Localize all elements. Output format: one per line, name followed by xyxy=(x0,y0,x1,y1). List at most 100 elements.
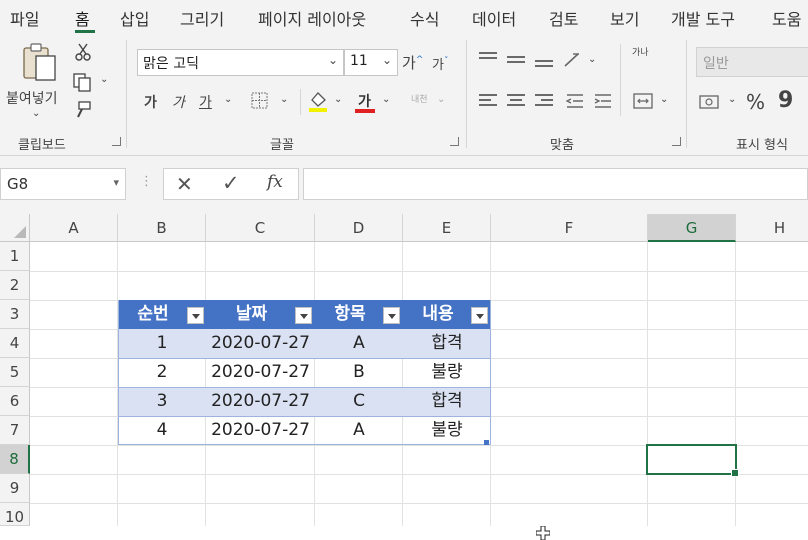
tab-formulas[interactable]: 수식 xyxy=(410,6,439,30)
table-cell[interactable]: 1 xyxy=(118,329,206,358)
tab-developer[interactable]: 개발 도구 xyxy=(671,6,735,30)
number-format-select[interactable]: 일반 xyxy=(696,47,808,77)
filter-dropdown-icon[interactable] xyxy=(383,307,400,324)
table-cell[interactable]: A xyxy=(315,416,403,445)
filter-dropdown-icon[interactable] xyxy=(295,307,312,324)
table-cell[interactable]: 합격 xyxy=(403,329,491,358)
tab-page-layout[interactable]: 페이지 레이아웃 xyxy=(258,6,366,30)
bold-button[interactable]: 가 xyxy=(144,92,157,112)
row-header-8[interactable]: 8 xyxy=(0,445,30,474)
orientation-icon[interactable] xyxy=(562,50,584,70)
font-color-dropdown-icon[interactable]: ⌄ xyxy=(382,94,390,105)
table-cell[interactable]: 3 xyxy=(118,387,206,416)
decrease-indent-icon[interactable] xyxy=(565,92,585,110)
align-middle-icon[interactable] xyxy=(507,56,525,66)
column-header-f[interactable]: F xyxy=(491,214,648,242)
active-cell-selection[interactable] xyxy=(646,444,739,477)
font-size-select[interactable]: 11 ⌄ xyxy=(344,49,398,76)
table-cell[interactable]: 2020-07-27 xyxy=(206,387,315,416)
table-resize-handle[interactable] xyxy=(484,440,489,445)
copy-dropdown-icon[interactable]: ⌄ xyxy=(100,74,108,85)
align-top-icon[interactable] xyxy=(479,52,497,67)
font-launcher-icon[interactable] xyxy=(450,137,459,146)
column-header-h[interactable]: H xyxy=(736,214,808,242)
underline-button[interactable]: 가 xyxy=(199,92,212,112)
accounting-format-icon[interactable] xyxy=(698,93,722,111)
merge-center-icon[interactable] xyxy=(632,92,654,110)
table-cell[interactable]: A xyxy=(315,329,403,358)
percent-style-button[interactable]: % xyxy=(746,90,765,114)
column-header-a[interactable]: A xyxy=(30,214,118,242)
italic-button[interactable]: 가 xyxy=(172,92,185,112)
paste-button[interactable]: 붙여넣기 ⌄ xyxy=(6,42,60,119)
align-right-icon[interactable] xyxy=(535,94,553,109)
copy-icon[interactable] xyxy=(72,72,94,92)
table-cell[interactable]: 4 xyxy=(118,416,206,445)
table-cell[interactable]: 불량 xyxy=(403,358,491,387)
insert-function-icon[interactable]: fx xyxy=(267,172,283,192)
cancel-icon[interactable]: ✕ xyxy=(176,172,193,196)
phonetic-dropdown-icon[interactable]: ⌄ xyxy=(437,94,445,105)
accounting-dropdown-icon[interactable]: ⌄ xyxy=(728,94,736,105)
filter-dropdown-icon[interactable] xyxy=(471,307,488,324)
select-all-button[interactable] xyxy=(0,214,30,242)
row-header-10[interactable]: 10 xyxy=(0,503,30,526)
align-left-icon[interactable] xyxy=(479,94,497,109)
shrink-font-button[interactable]: 가ˇ xyxy=(432,54,448,73)
table-cell[interactable]: B xyxy=(315,358,403,387)
row-header-5[interactable]: 5 xyxy=(0,358,30,387)
align-bottom-icon[interactable] xyxy=(535,60,553,70)
table-cell[interactable]: 2020-07-27 xyxy=(206,416,315,445)
table-cell[interactable]: 불량 xyxy=(403,416,491,445)
filter-dropdown-icon[interactable] xyxy=(187,307,204,324)
row-header-9[interactable]: 9 xyxy=(0,474,30,503)
font-color-button[interactable]: 가 xyxy=(355,89,377,115)
row-header-3[interactable]: 3 xyxy=(0,300,30,329)
row-header-6[interactable]: 6 xyxy=(0,387,30,416)
table-cell[interactable]: 2020-07-27 xyxy=(206,329,315,358)
column-header-c[interactable]: C xyxy=(206,214,315,242)
row-header-7[interactable]: 7 xyxy=(0,416,30,445)
formula-input[interactable] xyxy=(303,168,808,200)
font-name-select[interactable]: 맑은 고딕 ⌄ xyxy=(137,49,344,76)
fill-color-icon[interactable] xyxy=(307,89,329,113)
comma-style-button[interactable]: 9 xyxy=(778,88,793,113)
tab-insert[interactable]: 삽입 xyxy=(120,6,149,30)
table-cell[interactable]: 2020-07-27 xyxy=(206,358,315,387)
tab-review[interactable]: 검토 xyxy=(549,6,578,30)
tab-file[interactable]: 파일 xyxy=(10,6,39,30)
table-cell[interactable]: 2 xyxy=(118,358,206,387)
worksheet-grid[interactable]: A B C D E F G H 1 2 3 4 5 6 7 8 9 10 순번 … xyxy=(0,214,808,540)
tab-view[interactable]: 보기 xyxy=(610,6,639,30)
column-header-d[interactable]: D xyxy=(315,214,403,242)
underline-dropdown-icon[interactable]: ⌄ xyxy=(224,94,232,105)
border-icon[interactable] xyxy=(250,91,270,111)
cut-icon[interactable] xyxy=(74,42,92,62)
table-cell[interactable]: C xyxy=(315,387,403,416)
align-center-icon[interactable] xyxy=(507,94,525,109)
tab-help[interactable]: 도움 xyxy=(772,6,801,30)
phonetic-button[interactable]: 내천 xyxy=(411,92,428,105)
tab-draw[interactable]: 그리기 xyxy=(180,6,224,30)
row-header-4[interactable]: 4 xyxy=(0,329,30,358)
paste-dropdown-icon[interactable]: ⌄ xyxy=(32,108,40,119)
row-header-2[interactable]: 2 xyxy=(0,271,30,300)
merge-dropdown-icon[interactable]: ⌄ xyxy=(660,94,668,105)
column-header-e[interactable]: E xyxy=(403,214,491,242)
tab-data[interactable]: 데이터 xyxy=(472,6,516,30)
tab-home[interactable]: 홈 xyxy=(75,6,90,30)
column-header-b[interactable]: B xyxy=(118,214,206,242)
enter-icon[interactable]: ✓ xyxy=(222,171,240,195)
name-box[interactable]: G8 ▾ xyxy=(0,168,126,200)
border-dropdown-icon[interactable]: ⌄ xyxy=(280,94,288,105)
clipboard-launcher-icon[interactable] xyxy=(112,137,121,146)
format-painter-icon[interactable] xyxy=(73,100,93,120)
row-header-1[interactable]: 1 xyxy=(0,242,30,271)
column-header-g[interactable]: G xyxy=(648,214,736,242)
alignment-launcher-icon[interactable] xyxy=(672,137,681,146)
wrap-text-button[interactable]: 가나 xyxy=(632,48,649,58)
orientation-dropdown-icon[interactable]: ⌄ xyxy=(588,54,596,65)
grow-font-button[interactable]: 가^ xyxy=(402,52,423,73)
table-cell[interactable]: 합격 xyxy=(403,387,491,416)
increase-indent-icon[interactable] xyxy=(593,92,613,110)
